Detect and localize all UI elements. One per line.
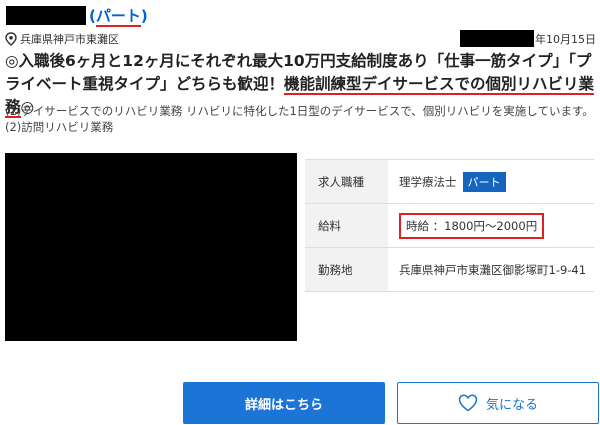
- location-text: 兵庫県神戸市東灘区: [20, 33, 119, 46]
- info-row-location: 勤務地 兵庫県神戸市東灘区御影塚町1-9-41: [305, 248, 594, 292]
- description-line-1: (1)デイサービスでのリハビリ業務 リハビリに特化した1日型のデイサービスで、個…: [5, 104, 594, 118]
- salary-value-cell: 時給 ：1800円～2000円: [388, 212, 594, 239]
- employment-badge: パート: [462, 171, 506, 192]
- job-info-table: 求人職種 理学療法士 パート 給料 時給 ：1800円～2000円 勤務地 兵庫…: [305, 159, 594, 292]
- employment-type-link[interactable]: (パート): [89, 5, 148, 27]
- description-line-2: (2)訪問リハビリ業務: [5, 120, 114, 134]
- work-location-label: 勤務地: [305, 248, 388, 291]
- info-row-salary: 給料 時給 ：1800円～2000円: [305, 204, 594, 248]
- detail-button[interactable]: 詳細はこちら: [183, 382, 385, 424]
- job-description: (1)デイサービスでのリハビリ業務 リハビリに特化した1日型のデイサービスで、個…: [5, 103, 595, 135]
- job-type-label: 求人職種: [305, 160, 388, 203]
- job-type-value-cell: 理学療法士 パート: [388, 171, 594, 192]
- work-location-value: 兵庫県神戸市東灘区御影塚町1-9-41: [399, 262, 587, 277]
- heart-icon: [458, 394, 478, 412]
- favorite-button[interactable]: 気になる: [397, 382, 599, 424]
- salary-value: 時給 ：1800円～2000円: [399, 212, 545, 239]
- job-type-value: 理学療法士: [399, 174, 457, 189]
- employment-type-label[interactable]: パート: [95, 7, 141, 27]
- map-pin-icon: [5, 32, 17, 46]
- company-name-redacted: [6, 6, 86, 25]
- job-photo-redacted: [5, 153, 297, 341]
- posted-date: 年10月15日: [535, 33, 596, 46]
- salary-label: 給料: [305, 204, 388, 247]
- date-year-redacted: [460, 30, 534, 47]
- info-row-job: 求人職種 理学療法士 パート: [305, 160, 594, 204]
- favorite-label: 気になる: [485, 397, 538, 413]
- location: 兵庫県神戸市東灘区: [5, 31, 119, 47]
